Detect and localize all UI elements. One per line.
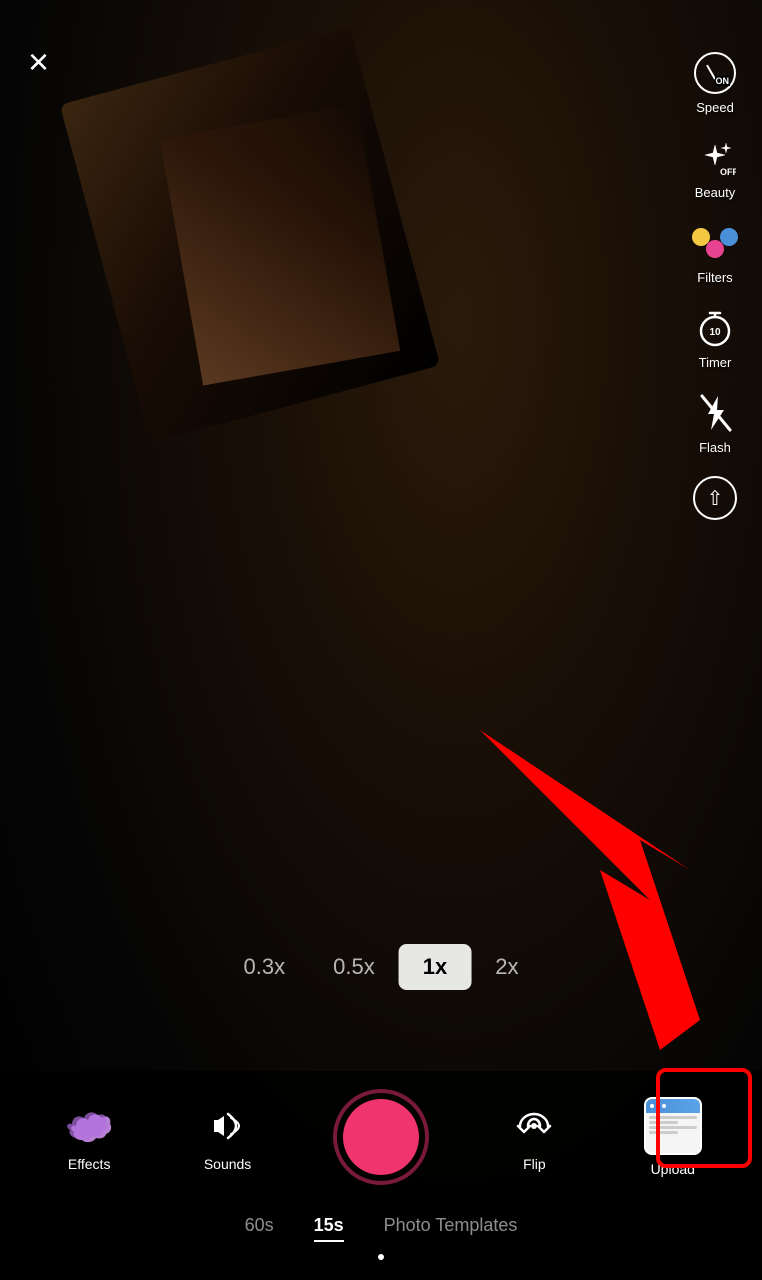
effects-label: Effects (68, 1156, 111, 1172)
svg-text:10: 10 (709, 327, 721, 338)
svg-text:OFF: OFF (720, 167, 736, 177)
zoom-2x[interactable]: 2x (471, 944, 542, 990)
toolbar-item-flash[interactable]: Flash (686, 384, 744, 461)
tab-indicator (0, 1254, 762, 1260)
flash-icon (692, 390, 738, 436)
upload-label: Upload (651, 1161, 695, 1177)
tab-dot (378, 1254, 384, 1260)
zoom-bar: 0.3x 0.5x 1x 2x (220, 944, 543, 990)
mode-tabs: 60s 15s Photo Templates (0, 1197, 762, 1248)
chevron-up-icon: ⇧ (692, 475, 738, 521)
record-button[interactable] (331, 1087, 431, 1187)
effects-button[interactable]: Effects (54, 1102, 124, 1172)
close-button[interactable]: × (28, 44, 49, 80)
right-toolbar: Speed OFF Beauty Filters (686, 44, 744, 527)
tab-photo-templates[interactable]: Photo Templates (384, 1211, 518, 1242)
toolbar-item-speed[interactable]: Speed (686, 44, 744, 121)
flip-button[interactable]: Flip (499, 1102, 569, 1172)
zoom-03x[interactable]: 0.3x (220, 944, 310, 990)
zoom-05x[interactable]: 0.5x (309, 944, 399, 990)
filters-icon (692, 220, 738, 266)
toolbar-item-filters[interactable]: Filters (686, 214, 744, 291)
sounds-label: Sounds (204, 1156, 251, 1172)
toolbar-item-beauty[interactable]: OFF Beauty (686, 129, 744, 206)
flash-label: Flash (699, 440, 731, 455)
upload-button[interactable]: Upload (638, 1097, 708, 1177)
camera-view: × Speed OFF Beauty (0, 0, 762, 1280)
speed-icon (692, 50, 738, 96)
toolbar-item-timer[interactable]: 10 Timer (686, 299, 744, 376)
timer-label: Timer (699, 355, 732, 370)
record-ring (333, 1089, 429, 1185)
bottom-controls: Effects Sounds (0, 1071, 762, 1280)
speed-label: Speed (696, 100, 734, 115)
beauty-label: Beauty (695, 185, 735, 200)
tab-60s[interactable]: 60s (245, 1211, 274, 1242)
flip-label: Flip (523, 1156, 546, 1172)
filters-label: Filters (697, 270, 732, 285)
upload-icon (644, 1097, 702, 1155)
action-bar: Effects Sounds (0, 1071, 762, 1197)
beauty-icon: OFF (692, 135, 738, 181)
flip-icon (510, 1102, 558, 1150)
sounds-button[interactable]: Sounds (193, 1102, 263, 1172)
effects-icon (65, 1102, 113, 1150)
timer-icon: 10 (692, 305, 738, 351)
zoom-1x[interactable]: 1x (399, 944, 471, 990)
tab-15s[interactable]: 15s (314, 1211, 344, 1242)
sounds-icon (204, 1102, 252, 1150)
toolbar-item-more[interactable]: ⇧ (686, 469, 744, 527)
